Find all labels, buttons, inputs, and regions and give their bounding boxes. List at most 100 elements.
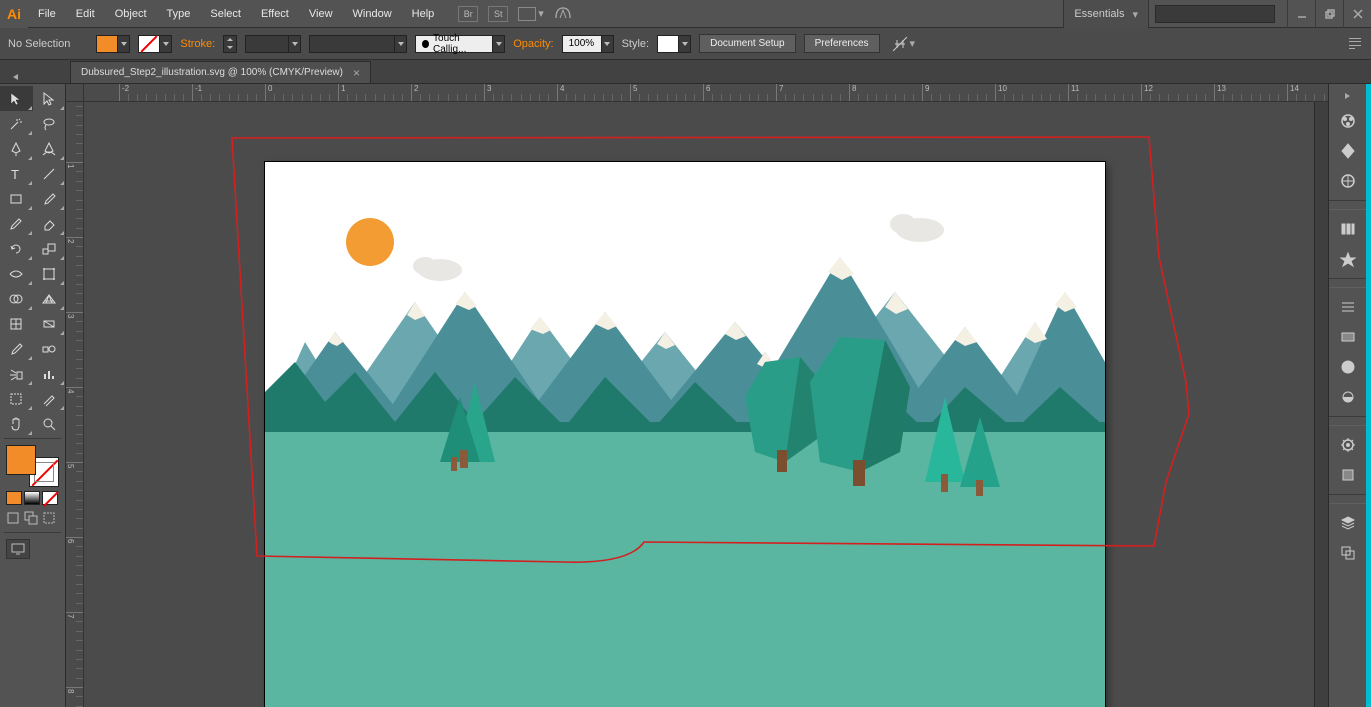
fill-color-icon[interactable] bbox=[6, 445, 36, 475]
cc-libraries-panel-icon[interactable] bbox=[1333, 383, 1363, 411]
gradient-mode-swatch[interactable] bbox=[24, 491, 40, 505]
scale-tool[interactable] bbox=[33, 236, 66, 261]
artboards-panel-icon[interactable] bbox=[1333, 539, 1363, 567]
align-to-selection-icon[interactable]: ▾ bbox=[892, 36, 916, 52]
direct-selection-tool[interactable] bbox=[33, 86, 66, 111]
menu-bridge-icons: Br St ▾ bbox=[458, 4, 572, 23]
arrange-documents-icon[interactable]: ▾ bbox=[518, 7, 544, 21]
color-guide-panel-icon[interactable] bbox=[1333, 137, 1363, 165]
workspace-switcher[interactable]: Essentials ▾ bbox=[1063, 0, 1149, 28]
none-mode-swatch[interactable] bbox=[42, 491, 58, 505]
panels-collapse-icon[interactable] bbox=[1331, 90, 1365, 102]
menubar: Ai File Edit Object Type Select Effect V… bbox=[0, 0, 1371, 28]
hand-tool[interactable] bbox=[0, 411, 33, 436]
menu-help[interactable]: Help bbox=[402, 0, 445, 28]
blend-tool[interactable] bbox=[33, 336, 66, 361]
ruler-vertical[interactable]: 12345678 bbox=[66, 102, 84, 707]
draw-inside-icon[interactable] bbox=[42, 511, 56, 528]
fill-stroke-swatch[interactable] bbox=[6, 445, 59, 487]
gradient-panel-icon[interactable] bbox=[1333, 323, 1363, 351]
document-setup-button[interactable]: Document Setup bbox=[699, 34, 796, 53]
right-edge-strip bbox=[1366, 84, 1371, 707]
minimize-button[interactable] bbox=[1287, 0, 1315, 28]
brush-definition[interactable]: Touch Callig... bbox=[415, 35, 505, 53]
perspective-grid-tool[interactable] bbox=[33, 286, 66, 311]
color-panel-icon[interactable] bbox=[1333, 107, 1363, 135]
eraser-tool[interactable] bbox=[33, 211, 66, 236]
pencil-tool[interactable] bbox=[0, 211, 33, 236]
document-tab[interactable]: Dubsured_Step2_illustration.svg @ 100% (… bbox=[70, 61, 371, 83]
menu-object[interactable]: Object bbox=[105, 0, 157, 28]
svg-text:T: T bbox=[11, 167, 19, 182]
zoom-tool[interactable] bbox=[33, 411, 66, 436]
close-button[interactable] bbox=[1343, 0, 1371, 28]
draw-behind-icon[interactable] bbox=[24, 511, 38, 528]
canvas-area: -2-10123456789101112131415 12345678 bbox=[66, 84, 1328, 707]
swatches-panel-icon[interactable] bbox=[1333, 167, 1363, 195]
free-transform-tool[interactable] bbox=[33, 261, 66, 286]
scrollbar-vertical[interactable] bbox=[1314, 84, 1328, 707]
pen-tool[interactable] bbox=[0, 136, 33, 161]
layers-panel-icon[interactable] bbox=[1333, 509, 1363, 537]
ruler-origin-icon[interactable] bbox=[66, 84, 84, 102]
stroke-panel-icon[interactable] bbox=[1333, 293, 1363, 321]
stroke-label: Stroke: bbox=[180, 38, 215, 50]
stroke-swatch[interactable] bbox=[138, 35, 172, 53]
gradient-tool[interactable] bbox=[33, 311, 66, 336]
shape-builder-tool[interactable] bbox=[0, 286, 33, 311]
lasso-tool[interactable] bbox=[33, 111, 66, 136]
selection-tool[interactable] bbox=[0, 86, 33, 111]
preferences-button[interactable]: Preferences bbox=[804, 34, 880, 53]
graphic-styles-panel-icon[interactable] bbox=[1333, 461, 1363, 489]
restore-button[interactable] bbox=[1315, 0, 1343, 28]
bridge-icon[interactable]: Br bbox=[458, 6, 478, 22]
slice-tool[interactable] bbox=[33, 386, 66, 411]
rotate-tool[interactable] bbox=[0, 236, 33, 261]
color-mode-swatch[interactable] bbox=[6, 491, 22, 505]
document-tab-label: Dubsured_Step2_illustration.svg @ 100% (… bbox=[81, 67, 343, 78]
stock-icon[interactable]: St bbox=[488, 6, 508, 22]
paintbrush-tool[interactable] bbox=[33, 186, 66, 211]
menu-file[interactable]: File bbox=[28, 0, 66, 28]
app-icon: Ai bbox=[0, 0, 28, 28]
stroke-weight-stepper[interactable] bbox=[223, 35, 237, 53]
type-tool[interactable]: T bbox=[0, 161, 33, 186]
gpu-preview-icon[interactable] bbox=[554, 4, 572, 23]
menu-type[interactable]: Type bbox=[157, 0, 201, 28]
tab-close-icon[interactable]: × bbox=[353, 66, 360, 80]
viewport[interactable] bbox=[84, 102, 1328, 707]
opacity-field[interactable]: 100% bbox=[562, 35, 614, 53]
variable-width-profile[interactable] bbox=[309, 35, 407, 53]
transparency-panel-icon[interactable] bbox=[1333, 353, 1363, 381]
chevron-down-icon: ▾ bbox=[1132, 8, 1138, 21]
rectangle-tool[interactable] bbox=[0, 186, 33, 211]
symbol-sprayer-tool[interactable] bbox=[0, 361, 33, 386]
line-segment-tool[interactable] bbox=[33, 161, 66, 186]
menu-edit[interactable]: Edit bbox=[66, 0, 105, 28]
control-bar-flyout-icon[interactable] bbox=[1349, 37, 1363, 51]
stroke-weight-field[interactable] bbox=[245, 35, 301, 53]
brushes-panel-icon[interactable] bbox=[1333, 215, 1363, 243]
search-input[interactable] bbox=[1155, 5, 1275, 23]
menu-effect[interactable]: Effect bbox=[251, 0, 299, 28]
fill-swatch[interactable] bbox=[96, 35, 130, 53]
graphic-style[interactable] bbox=[657, 35, 691, 53]
menu-view[interactable]: View bbox=[299, 0, 343, 28]
symbols-panel-icon[interactable] bbox=[1333, 245, 1363, 273]
menu-window[interactable]: Window bbox=[343, 0, 402, 28]
artboard-tool[interactable] bbox=[0, 386, 33, 411]
mesh-tool[interactable] bbox=[0, 311, 33, 336]
magic-wand-tool[interactable] bbox=[0, 111, 33, 136]
menu-select[interactable]: Select bbox=[200, 0, 251, 28]
width-tool[interactable] bbox=[0, 261, 33, 286]
curvature-tool[interactable] bbox=[33, 136, 66, 161]
column-graph-tool[interactable] bbox=[33, 361, 66, 386]
draw-normal-icon[interactable] bbox=[6, 511, 20, 528]
panels-column bbox=[1328, 84, 1366, 707]
appearance-panel-icon[interactable] bbox=[1333, 431, 1363, 459]
screen-mode-icon[interactable] bbox=[6, 539, 30, 559]
eyedropper-tool[interactable] bbox=[0, 336, 33, 361]
tools-collapse-icon[interactable] bbox=[5, 71, 27, 83]
ruler-horizontal[interactable]: -2-10123456789101112131415 bbox=[84, 84, 1328, 102]
style-label: Style: bbox=[622, 38, 650, 50]
